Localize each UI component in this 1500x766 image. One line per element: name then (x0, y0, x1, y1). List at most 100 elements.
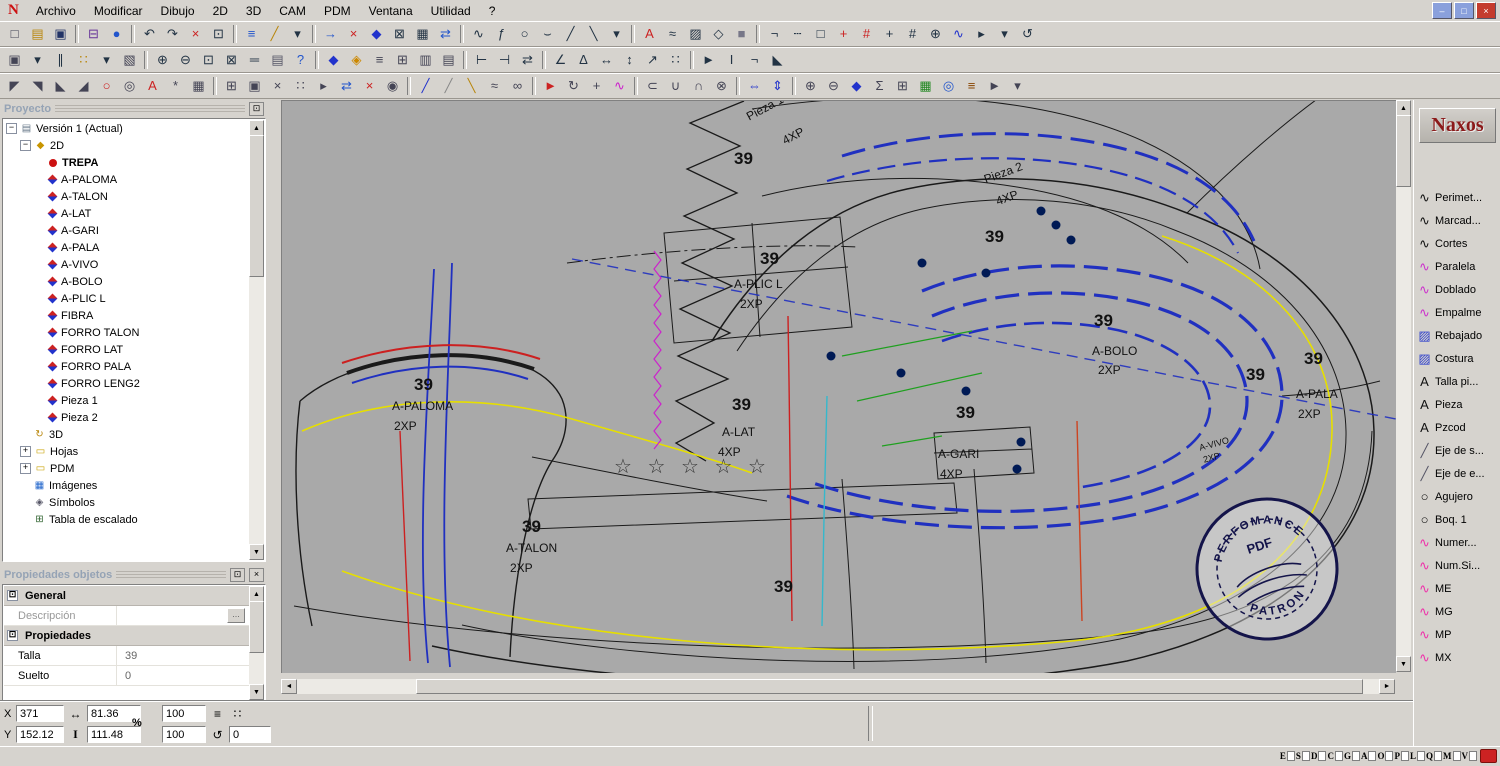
menu--[interactable]: ? (480, 2, 505, 20)
zoom-in-icon[interactable]: ⊕ (151, 49, 174, 70)
properties-section-general[interactable]: ⊡ General (4, 586, 249, 606)
diamond-orange-icon[interactable]: ◈ (345, 49, 368, 70)
fillet-tr-icon[interactable]: ◥ (26, 75, 49, 96)
scroll-left-icon[interactable]: ◄ (281, 679, 297, 694)
tree-item[interactable]: − ▤ Versión 1 (Actual) (4, 120, 249, 137)
y-coordinate-field[interactable]: 152.12 (16, 726, 64, 743)
scroll-down-icon[interactable]: ▼ (249, 544, 264, 560)
circle-plus-icon[interactable]: ⊕ (924, 23, 947, 44)
intersect-icon[interactable]: ∩ (687, 75, 710, 96)
align-right-icon[interactable]: ⊣ (493, 49, 516, 70)
fillet-br-icon[interactable]: ◢ (72, 75, 95, 96)
axis-icon[interactable]: ┄ (786, 23, 809, 44)
xor-icon[interactable]: ⊗ (710, 75, 733, 96)
mode-indicator-box[interactable] (1351, 751, 1360, 761)
project-panel-pin-button[interactable]: ⊡ (249, 101, 264, 116)
tool-empalme[interactable]: ∿ Empalme (1414, 301, 1500, 324)
zoom-x-field[interactable]: 100 (162, 705, 206, 722)
tree-item[interactable]: A-VIVO (4, 256, 249, 273)
fence-icon[interactable]: ⊠ (388, 23, 411, 44)
expand-icon[interactable]: + (20, 446, 31, 457)
spring-icon[interactable]: ∿ (947, 23, 970, 44)
tool-doblado[interactable]: ∿ Doblado (1414, 278, 1500, 301)
pick-icon[interactable]: ▸ (970, 23, 993, 44)
arrow-red-icon[interactable]: ► (539, 75, 562, 96)
open-icon[interactable]: ▤ (26, 23, 49, 44)
diamond-blue-icon[interactable]: ◆ (322, 49, 345, 70)
mode-indicator-box[interactable] (1434, 751, 1442, 761)
target-icon[interactable]: ◎ (118, 75, 141, 96)
menu-2d[interactable]: 2D (204, 2, 237, 20)
fit-height-icon[interactable]: ⇕ (766, 75, 789, 96)
line-gray-icon[interactable]: ╱ (437, 75, 460, 96)
copy-icon[interactable]: ⊡ (207, 23, 230, 44)
collapse-icon[interactable]: ⊡ (7, 630, 18, 641)
suelto-value[interactable]: 0 (117, 670, 249, 682)
tool-talla-pi-[interactable]: A Talla pi... (1414, 370, 1500, 393)
tool-pzcod[interactable]: A Pzcod (1414, 416, 1500, 439)
triangle-icon[interactable]: ∆ (572, 49, 595, 70)
tool-paralela[interactable]: ∿ Paralela (1414, 255, 1500, 278)
browse-button[interactable]: ... (227, 608, 245, 623)
height-tool-icon[interactable]: ↕ (618, 49, 641, 70)
ruler-icon[interactable]: ═ (243, 49, 266, 70)
tool-pieza[interactable]: A Pieza (1414, 393, 1500, 416)
pens-icon[interactable]: ∷ (72, 49, 95, 70)
close-button[interactable]: × (1476, 2, 1496, 19)
menu-archivo[interactable]: Archivo (27, 2, 85, 20)
diagonal-icon[interactable]: ↗ (641, 49, 664, 70)
copy-piece-icon[interactable]: ⊞ (220, 75, 243, 96)
drawing-canvas[interactable]: ☆ ☆ ☆ ☆ ☆ PERFOMANCE PATRON PDF Pieza 14… (281, 100, 1396, 673)
tool-boq-1[interactable]: ○ Boq. 1 (1414, 508, 1500, 531)
zoom-extents-icon[interactable]: ⊠ (220, 49, 243, 70)
mode-indicator-box[interactable] (1452, 751, 1461, 761)
brush-icon[interactable]: ▧ (118, 49, 141, 70)
distribute-icon[interactable]: ⇄ (516, 49, 539, 70)
menu-cam[interactable]: CAM (270, 2, 315, 20)
shrink-icon[interactable]: ⊖ (822, 75, 845, 96)
tree-item[interactable]: ↻ 3D (4, 426, 249, 443)
mode-indicator-box[interactable] (1416, 751, 1425, 761)
save-icon[interactable]: ▣ (49, 23, 72, 44)
new-icon[interactable]: □ (3, 23, 26, 44)
grid-icon[interactable]: ⊞ (391, 49, 414, 70)
mesh-icon[interactable]: ▦ (187, 75, 210, 96)
properties-scrollbar[interactable]: ▲ ▼ (249, 586, 264, 700)
round-icon[interactable]: ○ (95, 75, 118, 96)
mode-l[interactable]: L (1410, 751, 1425, 761)
tree-item[interactable]: FORRO TALON (4, 324, 249, 341)
hatch-icon[interactable]: ▨ (684, 23, 707, 44)
mode-indicator-box[interactable] (1385, 751, 1394, 761)
translate-icon[interactable]: + (585, 75, 608, 96)
menu-utilidad[interactable]: Utilidad (422, 2, 480, 20)
tree-item[interactable]: A-GARI (4, 222, 249, 239)
table-icon[interactable]: ▦ (411, 23, 434, 44)
delete-icon[interactable]: × (184, 23, 207, 44)
tool-agujero[interactable]: ○ Agujero (1414, 485, 1500, 508)
tree-item[interactable]: TREPA (4, 154, 249, 171)
subset-icon[interactable]: ⊂ (641, 75, 664, 96)
undo-icon[interactable]: ↶ (138, 23, 161, 44)
tree-item[interactable]: FIBRA (4, 307, 249, 324)
columns-icon[interactable]: ▥ (414, 49, 437, 70)
tool-mp[interactable]: ∿ MP (1414, 623, 1500, 646)
corner2-icon[interactable]: ¬ (743, 49, 766, 70)
pointer-icon[interactable]: ► (697, 49, 720, 70)
remove-icon[interactable]: × (358, 75, 381, 96)
list-icon[interactable]: ≡ (209, 707, 226, 721)
tree-item[interactable]: A-PALA (4, 239, 249, 256)
window2-icon[interactable]: ⊞ (891, 75, 914, 96)
arc-icon[interactable]: ⌣ (536, 23, 559, 44)
print-preview-icon[interactable]: ▤ (266, 49, 289, 70)
union-icon[interactable]: ∪ (664, 75, 687, 96)
grid-handle-icon[interactable]: ∷ (229, 707, 246, 721)
fillet-tl-icon[interactable]: ◤ (3, 75, 26, 96)
globe-icon[interactable]: ◎ (937, 75, 960, 96)
sigma-icon[interactable]: Σ (868, 75, 891, 96)
mode-a[interactable]: A (1361, 751, 1377, 761)
menu-pdm[interactable]: PDM (315, 2, 360, 20)
menu-dibujo[interactable]: Dibujo (152, 2, 204, 20)
tree-item[interactable]: + ▭ Hojas (4, 443, 249, 460)
x-coordinate-field[interactable]: 371 (16, 705, 64, 722)
polygon-icon[interactable]: ◇ (707, 23, 730, 44)
